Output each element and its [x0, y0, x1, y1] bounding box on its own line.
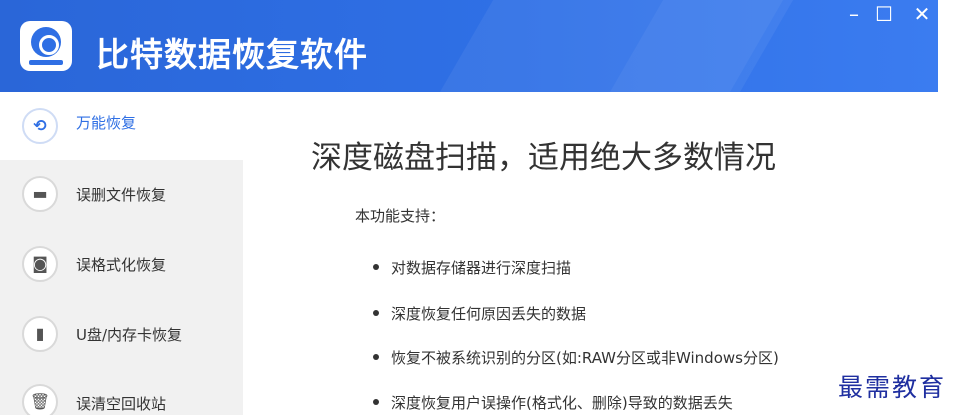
trash-icon: 🗑 — [22, 384, 58, 415]
feature-intro: 本功能支持： — [355, 207, 446, 225]
sidebar-item-recycle-bin[interactable]: 🗑 误清空回收站 — [0, 364, 243, 415]
bullet-icon — [373, 398, 379, 405]
title-bar: 比特数据恢复软件 – ☐ ✕ — [0, 0, 938, 92]
list-item: 对数据存储器进行深度扫描 — [373, 257, 571, 278]
sidebar: ⟲ 万能恢复 ▬ 误删文件恢复 ◙ 误格式化恢复 ▮ U盘/内存卡恢复 🗑 误清… — [0, 92, 243, 415]
folder-icon: ▬ — [22, 176, 58, 212]
refresh-icon: ⟲ — [22, 108, 58, 144]
sidebar-item-label: 误清空回收站 — [76, 395, 167, 413]
sidebar-item-format-recovery[interactable]: ◙ 误格式化恢复 — [0, 228, 243, 296]
minimize-button[interactable]: – — [842, 3, 866, 25]
sidebar-item-universal-recovery[interactable]: ⟲ 万能恢复 — [0, 92, 243, 160]
sidebar-item-label: 误格式化恢复 — [76, 256, 167, 274]
list-item: 恢复不被系统识别的分区(如:RAW分区或非Windows分区) — [373, 347, 779, 368]
usb-drive-icon: ▮ — [22, 316, 58, 352]
sidebar-item-label: U盘/内存卡恢复 — [76, 326, 183, 344]
sidebar-item-deleted-files[interactable]: ▬ 误删文件恢复 — [0, 160, 243, 228]
list-item: 深度恢复任何原因丢失的数据 — [373, 303, 586, 324]
sidebar-item-label: 万能恢复 — [76, 114, 137, 132]
bullet-icon — [373, 309, 379, 316]
list-item: 深度恢复用户误操作(格式化、删除)导致的数据丢失 — [373, 392, 733, 413]
sidebar-item-usb-card-recovery[interactable]: ▮ U盘/内存卡恢复 — [0, 296, 243, 364]
bullet-icon — [373, 263, 379, 270]
app-title: 比特数据恢复软件 — [96, 35, 368, 74]
watermark: 最需教育 — [838, 373, 947, 402]
page-title: 深度磁盘扫描，适用绝大多数情况 — [311, 140, 776, 176]
maximize-button[interactable]: ☐ — [872, 3, 896, 25]
main-content: 深度磁盘扫描，适用绝大多数情况 本功能支持： 对数据存储器进行深度扫描 深度恢复… — [243, 92, 958, 415]
bullet-icon — [373, 353, 379, 360]
close-button[interactable]: ✕ — [910, 3, 934, 25]
app-logo-icon — [20, 21, 72, 71]
sidebar-item-label: 误删文件恢复 — [76, 186, 167, 204]
disk-icon: ◙ — [22, 246, 58, 282]
